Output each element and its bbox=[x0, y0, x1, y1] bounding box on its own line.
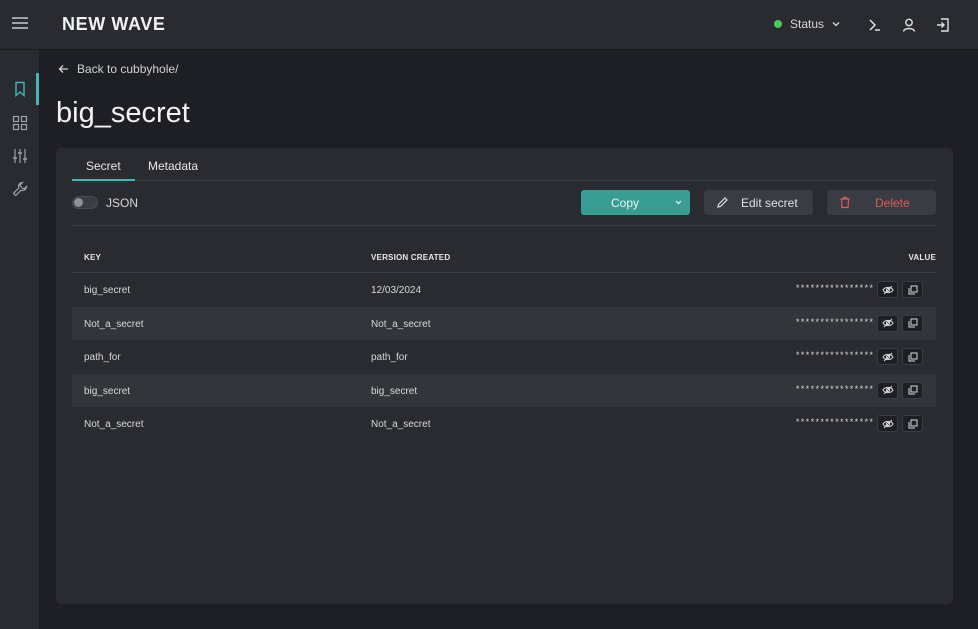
arrow-left-icon bbox=[58, 65, 68, 73]
tab-metadata[interactable]: Metadata bbox=[148, 159, 198, 173]
sign-out-icon[interactable] bbox=[934, 16, 952, 34]
eye-off-icon bbox=[881, 385, 894, 395]
reveal-button[interactable] bbox=[877, 314, 898, 332]
column-key: KEY bbox=[84, 253, 102, 262]
menu-icon[interactable] bbox=[12, 17, 28, 31]
reveal-button[interactable] bbox=[877, 281, 898, 298]
sidebar-item-tools[interactable] bbox=[0, 173, 39, 205]
secret-card: Secret Metadata JSON Copy Edit secret De… bbox=[56, 148, 953, 604]
chevron-down-icon bbox=[675, 200, 682, 205]
bookmark-icon bbox=[14, 81, 25, 97]
copy-value-button[interactable] bbox=[902, 381, 923, 399]
eye-off-icon bbox=[881, 285, 894, 294]
secret-table: KEY VERSION CREATED VALUE big_secret 12/… bbox=[72, 243, 936, 441]
reveal-button[interactable] bbox=[877, 348, 898, 366]
cell-key: big_secret bbox=[84, 385, 131, 397]
status-label: Status bbox=[790, 17, 825, 31]
copy-button-label: Copy bbox=[610, 195, 639, 210]
copy-icon bbox=[908, 419, 917, 429]
tab-bar: Secret Metadata bbox=[72, 148, 936, 181]
copy-icon bbox=[908, 285, 917, 294]
cell-version: Not_a_secret bbox=[371, 419, 431, 431]
brand-title: NEW WAVE bbox=[62, 14, 166, 34]
cell-value: **************** bbox=[795, 351, 874, 362]
sidebar-item-settings[interactable] bbox=[0, 140, 39, 172]
cell-version: path_for bbox=[371, 352, 408, 364]
copy-value-button[interactable] bbox=[902, 348, 923, 366]
cell-version: Not_a_secret bbox=[371, 318, 431, 330]
json-toggle-label: JSON bbox=[106, 196, 139, 210]
eye-off-icon bbox=[881, 352, 894, 362]
toolbar-divider bbox=[72, 225, 936, 226]
table-row: path_for path_for **************** bbox=[72, 340, 936, 374]
terminal-icon[interactable] bbox=[866, 16, 884, 34]
sliders-icon bbox=[12, 149, 27, 163]
reveal-button[interactable] bbox=[877, 381, 898, 399]
trash-icon bbox=[840, 196, 850, 209]
wrench-icon bbox=[12, 181, 27, 197]
eye-off-icon bbox=[881, 419, 894, 429]
table-row: big_secret 12/03/2024 **************** bbox=[72, 273, 936, 307]
table-row: big_secret big_secret **************** bbox=[72, 373, 936, 408]
cell-value: **************** bbox=[795, 418, 874, 429]
cell-value: **************** bbox=[795, 317, 874, 328]
copy-icon bbox=[908, 385, 917, 395]
copy-dropdown-toggle[interactable] bbox=[667, 190, 690, 215]
table-row: Not_a_secret Not_a_secret **************… bbox=[72, 306, 936, 341]
eye-off-icon bbox=[881, 318, 894, 328]
copy-value-button[interactable] bbox=[902, 281, 923, 298]
sidebar-item-dashboard[interactable] bbox=[0, 107, 39, 139]
cell-key: Not_a_secret bbox=[84, 419, 144, 431]
back-link-label: Back to cubbyhole/ bbox=[77, 62, 179, 76]
cell-key: big_secret bbox=[84, 285, 131, 296]
cell-key: path_for bbox=[84, 352, 121, 364]
delete-label: Delete bbox=[875, 195, 910, 210]
sidebar-item-secrets[interactable] bbox=[0, 73, 39, 105]
edit-secret-label: Edit secret bbox=[741, 195, 798, 210]
copy-value-button[interactable] bbox=[902, 314, 923, 332]
user-icon[interactable] bbox=[900, 16, 918, 34]
chevron-down-icon bbox=[832, 22, 840, 27]
copy-value-button[interactable] bbox=[902, 415, 923, 433]
status-indicator bbox=[774, 20, 782, 28]
copy-icon bbox=[908, 318, 917, 328]
copy-button[interactable]: Copy bbox=[581, 190, 690, 215]
cell-version: big_secret bbox=[371, 385, 418, 397]
cell-value: **************** bbox=[795, 284, 874, 294]
delete-button[interactable]: Delete bbox=[827, 190, 936, 215]
grid-icon bbox=[12, 115, 27, 131]
top-bar: NEW WAVE Status bbox=[0, 0, 978, 50]
cell-value: **************** bbox=[795, 384, 874, 395]
copy-icon bbox=[908, 352, 917, 362]
status-dropdown[interactable]: Status bbox=[774, 17, 841, 31]
back-link[interactable]: Back to cubbyhole/ bbox=[58, 62, 178, 76]
table-row: Not_a_secret Not_a_secret **************… bbox=[72, 407, 936, 441]
sidebar bbox=[0, 50, 39, 629]
cell-version: 12/03/2024 bbox=[371, 285, 422, 296]
column-value: VALUE bbox=[908, 253, 936, 262]
cell-key: Not_a_secret bbox=[84, 318, 144, 330]
json-toggle[interactable] bbox=[72, 196, 98, 209]
edit-secret-button[interactable]: Edit secret bbox=[704, 190, 813, 215]
table-header: KEY VERSION CREATED VALUE bbox=[72, 243, 936, 273]
page-title: big_secret bbox=[56, 97, 190, 129]
reveal-button[interactable] bbox=[877, 415, 898, 433]
column-version-created: VERSION CREATED bbox=[371, 253, 451, 262]
tab-secret[interactable]: Secret bbox=[72, 159, 135, 181]
pencil-icon bbox=[717, 197, 728, 208]
